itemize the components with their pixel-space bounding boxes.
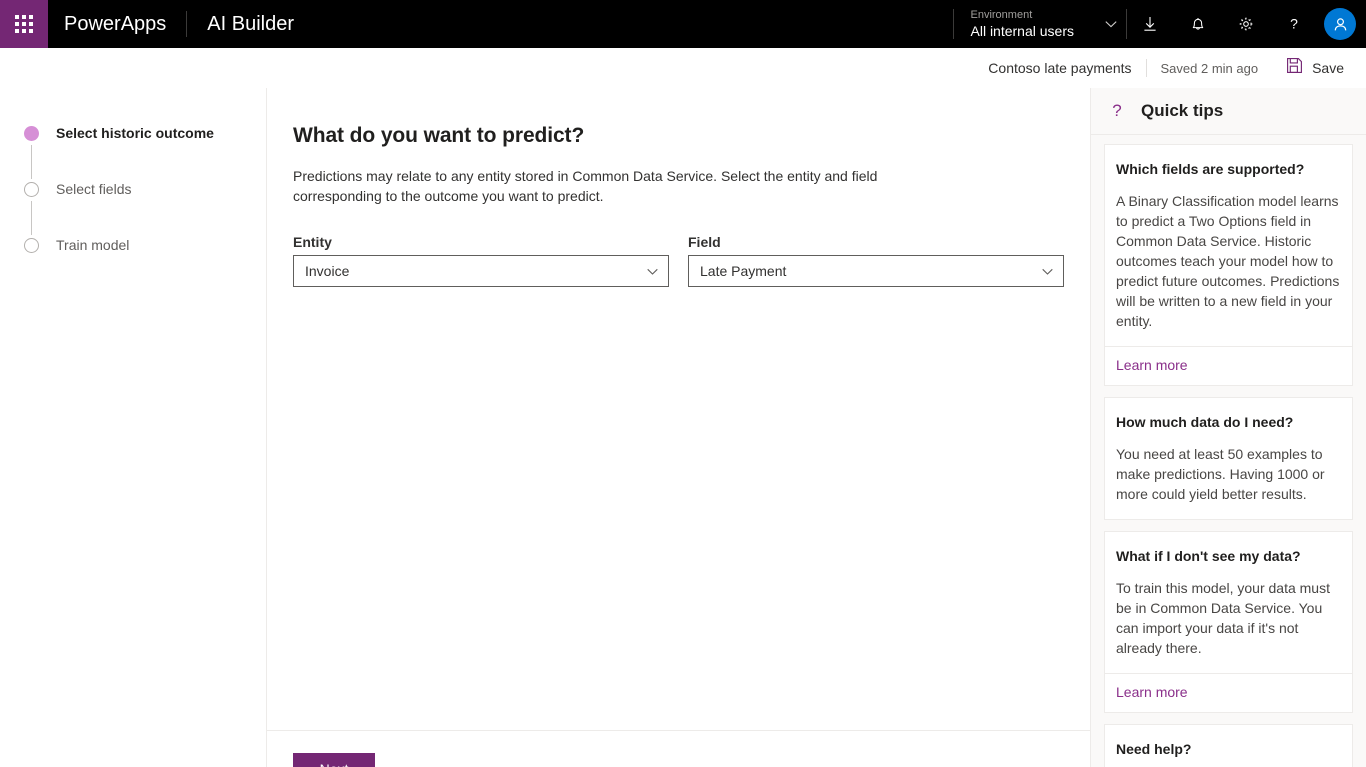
field-row: Entity Invoice Field Late Payment — [293, 234, 1064, 287]
tip-card-title: What if I don't see my data? — [1116, 548, 1301, 564]
step-connector — [31, 145, 32, 179]
learn-more-link[interactable]: Learn more — [1116, 684, 1188, 700]
field-value: Late Payment — [700, 263, 787, 279]
sidebar-item-select-fields[interactable]: Select fields — [0, 177, 266, 201]
step-connector — [31, 201, 32, 235]
field-dropdown[interactable]: Late Payment — [688, 255, 1064, 287]
entity-dropdown[interactable]: Invoice — [293, 255, 669, 287]
entity-field-group: Entity Invoice — [293, 234, 669, 287]
tip-card: Which fields are supported? A Binary Cla… — [1104, 144, 1353, 386]
model-name: Contoso late payments — [988, 60, 1132, 76]
command-bar: Contoso late payments Saved 2 min ago Sa… — [0, 48, 1366, 88]
appbar-actions: ? — [1126, 0, 1366, 48]
step-label: Select fields — [56, 181, 132, 197]
step-indicator-icon — [24, 237, 39, 253]
chevron-down-icon — [646, 265, 659, 278]
learn-more-link[interactable]: Learn more — [1116, 357, 1188, 373]
user-avatar[interactable] — [1324, 8, 1356, 40]
step-indicator-icon — [24, 181, 39, 197]
tip-card: How much data do I need? You need at lea… — [1104, 397, 1353, 520]
tip-card-footer: Learn more — [1105, 346, 1352, 385]
environment-label: Environment — [970, 9, 1033, 21]
waffle-icon — [15, 15, 33, 33]
sidebar-item-select-historic-outcome[interactable]: Select historic outcome — [0, 121, 266, 145]
download-icon[interactable] — [1126, 0, 1174, 48]
tip-card-title: Need help? — [1116, 741, 1192, 757]
tip-card-body: What if I don't see my data? To train th… — [1105, 532, 1352, 673]
entity-label: Entity — [293, 234, 332, 250]
step-label: Train model — [56, 237, 130, 253]
svg-text:?: ? — [1290, 16, 1298, 32]
chevron-down-icon — [1104, 17, 1118, 31]
help-icon: ? — [1112, 101, 1122, 120]
chevron-down-icon — [1041, 265, 1054, 278]
save-label: Save — [1312, 60, 1344, 76]
wizard-rail: Select historic outcome Select fields Tr… — [0, 88, 267, 767]
tip-card-body: Which fields are supported? A Binary Cla… — [1105, 145, 1352, 346]
main-content: What do you want to predict? Predictions… — [267, 88, 1090, 767]
field-field-group: Field Late Payment — [688, 234, 1064, 287]
tip-card-title: How much data do I need? — [1116, 414, 1294, 430]
gear-icon[interactable] — [1222, 0, 1270, 48]
saved-status: Saved 2 min ago — [1160, 60, 1259, 76]
step-label: Select historic outcome — [56, 125, 214, 141]
tip-card: Need help? — [1104, 724, 1353, 767]
tip-card-title: Which fields are supported? — [1116, 161, 1305, 177]
tip-card-body: Need help? — [1105, 725, 1352, 767]
next-button[interactable]: Next — [293, 753, 375, 767]
form-area: What do you want to predict? Predictions… — [267, 88, 1090, 731]
tip-card-text: You need at least 50 examples to make pr… — [1116, 446, 1325, 502]
command-divider — [1145, 59, 1147, 77]
page-description: Predictions may relate to any entity sto… — [293, 168, 878, 204]
page-shell: Select historic outcome Select fields Tr… — [0, 88, 1366, 767]
environment-text: Environment All internal users — [971, 8, 1075, 40]
form-footer: Next — [267, 731, 1090, 767]
waffle-menu-button[interactable] — [0, 0, 48, 48]
step-indicator-icon — [24, 125, 39, 141]
save-icon — [1286, 57, 1303, 79]
tip-card-body: How much data do I need? You need at lea… — [1105, 398, 1352, 519]
top-app-bar: PowerApps AI Builder Environment All int… — [0, 0, 1366, 48]
quick-tips-panel: ? Quick tips Which fields are supported?… — [1090, 88, 1366, 767]
page-title: What do you want to predict? — [293, 124, 585, 147]
environment-value: All internal users — [970, 23, 1075, 39]
entity-value: Invoice — [305, 263, 350, 279]
environment-picker[interactable]: Environment All internal users — [952, 0, 1127, 48]
tip-card-text: A Binary Classification model learns to … — [1116, 193, 1340, 329]
tip-card: What if I don't see my data? To train th… — [1104, 531, 1353, 713]
save-button[interactable]: Save — [1280, 53, 1350, 83]
help-icon[interactable]: ? — [1270, 0, 1318, 48]
quick-tips-header: ? Quick tips — [1091, 88, 1366, 135]
tip-card-footer: Learn more — [1105, 673, 1352, 712]
bell-icon[interactable] — [1174, 0, 1222, 48]
field-label: Field — [688, 234, 721, 250]
quick-tips-title: Quick tips — [1141, 101, 1224, 120]
app-name-ai-builder[interactable]: AI Builder — [187, 0, 314, 48]
brand-powerapps[interactable]: PowerApps — [48, 0, 186, 48]
tip-card-text: To train this model, your data must be i… — [1116, 580, 1330, 656]
quick-tips-list: Which fields are supported? A Binary Cla… — [1091, 135, 1366, 767]
sidebar-item-train-model[interactable]: Train model — [0, 233, 266, 257]
